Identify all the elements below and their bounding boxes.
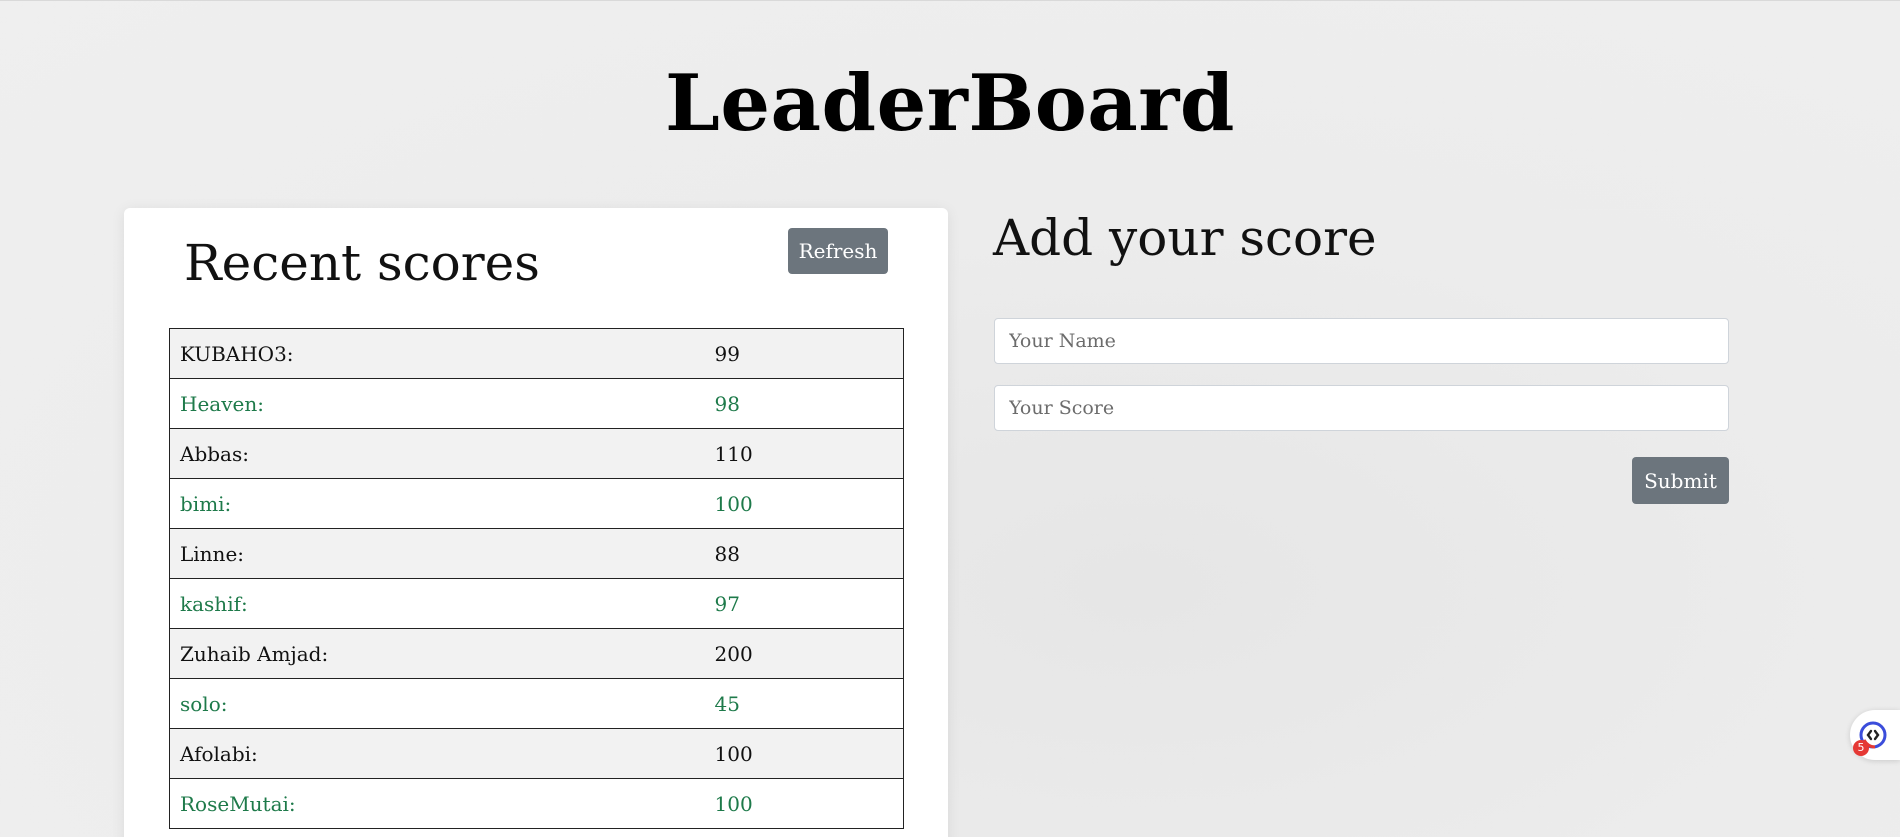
table-row: Linne: 88 <box>169 528 904 579</box>
table-row: kashif: 97 <box>169 578 904 629</box>
table-row: Zuhaib Amjad: 200 <box>169 628 904 679</box>
player-score: 100 <box>704 728 904 779</box>
notification-badge: 5 <box>1853 740 1869 756</box>
player-name: bimi: <box>169 478 705 529</box>
player-score: 98 <box>704 378 904 429</box>
player-score: 88 <box>704 528 904 579</box>
score-input[interactable] <box>994 385 1729 431</box>
player-score: 100 <box>704 778 904 829</box>
assistant-widget[interactable]: 5 <box>1850 710 1900 760</box>
player-score: 97 <box>704 578 904 629</box>
scores-table: KUBAHO3: 99 Heaven: 98 Abbas: 110 bimi: 100 Linn… <box>169 328 904 829</box>
player-name: kashif: <box>169 578 705 629</box>
player-name: KUBAHO3: <box>169 328 705 379</box>
table-row: solo: 45 <box>169 678 904 729</box>
player-name: Linne: <box>169 528 705 579</box>
player-score: 110 <box>704 428 904 479</box>
player-name: Zuhaib Amjad: <box>169 628 705 679</box>
table-row: RoseMutai: 100 <box>169 778 904 829</box>
player-name: Abbas: <box>169 428 705 479</box>
table-row: Heaven: 98 <box>169 378 904 429</box>
player-name: Heaven: <box>169 378 705 429</box>
player-score: 100 <box>704 478 904 529</box>
player-score: 200 <box>704 628 904 679</box>
table-row: KUBAHO3: 99 <box>169 328 904 379</box>
recent-scores-panel: Recent scores Refresh KUBAHO3: 99 Heaven: 9… <box>124 208 948 837</box>
player-score: 45 <box>704 678 904 729</box>
page-title: LeaderBoard <box>665 58 1235 149</box>
recent-scores-heading: Recent scores <box>184 234 540 292</box>
refresh-button[interactable]: Refresh <box>788 228 888 274</box>
submit-button[interactable]: Submit <box>1632 457 1729 504</box>
player-name: solo: <box>169 678 705 729</box>
table-row: Afolabi: 100 <box>169 728 904 779</box>
add-score-heading: Add your score <box>993 209 1377 267</box>
top-border <box>0 0 1900 1</box>
table-row: bimi: 100 <box>169 478 904 529</box>
scores-table-body: KUBAHO3: 99 Heaven: 98 Abbas: 110 bimi: 100 Linn… <box>169 328 904 829</box>
player-name: RoseMutai: <box>169 778 705 829</box>
table-row: Abbas: 110 <box>169 428 904 479</box>
player-name: Afolabi: <box>169 728 705 779</box>
player-score: 99 <box>704 328 904 379</box>
name-input[interactable] <box>994 318 1729 364</box>
